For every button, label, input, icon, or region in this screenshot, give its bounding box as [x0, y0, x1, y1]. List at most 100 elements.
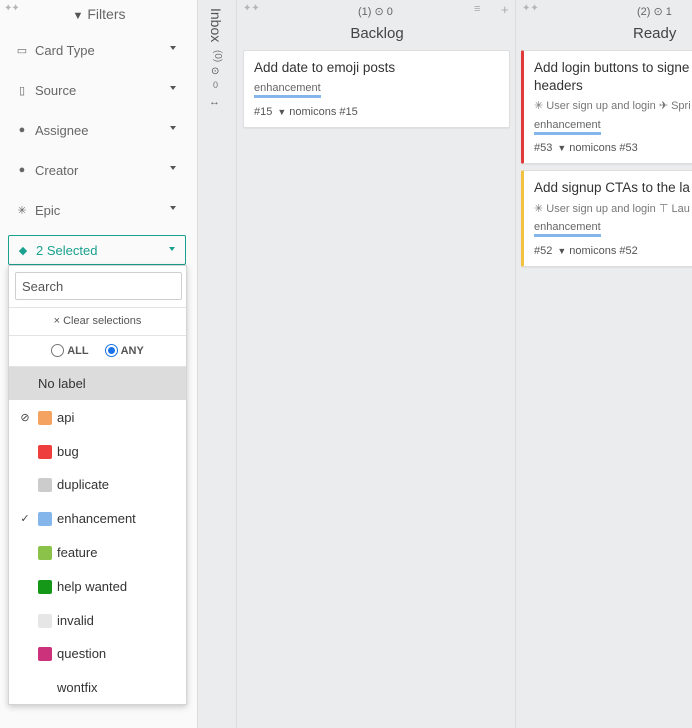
label-option-enhancement[interactable]: ✓ enhancement	[9, 502, 186, 535]
card-repo[interactable]: nomicons #52	[569, 245, 638, 257]
card-epic: ✳ User sign up and login ✈ Spri	[534, 99, 691, 112]
filters-sidebar: ✦✦ ▼ Filters ▭ Card Type ▯ Source ● Assig…	[0, 0, 198, 728]
label-search-input[interactable]	[15, 272, 182, 300]
label-option-api[interactable]: ⊘ api	[9, 401, 186, 434]
chevron-down-icon	[170, 166, 176, 170]
card-title: Add login buttons to signe headers	[534, 59, 689, 95]
card-epic-name[interactable]: User sign up and login	[546, 203, 655, 215]
label-option-question[interactable]: question	[9, 637, 186, 670]
chevron-down-icon	[169, 247, 175, 251]
column-points: 1	[665, 6, 672, 18]
chevron-down-icon	[170, 126, 176, 130]
radio-any-circle[interactable]	[104, 344, 118, 357]
divider	[9, 307, 186, 308]
inbox-column-collapsed[interactable]: Inbox (0) ⊙ 0 ↔	[198, 0, 237, 728]
column-ready: ✦✦ (2) ⊙ 1 Ready Add login buttons to si…	[517, 0, 692, 728]
person-add-icon: ●	[18, 164, 26, 176]
filter-card-type[interactable]: ▭ Card Type	[8, 37, 186, 63]
label-option-no-label[interactable]: No label	[9, 367, 186, 400]
repo-icon: ▼	[277, 107, 287, 117]
card-label[interactable]: enhancement	[254, 82, 321, 98]
filters-heading: ▼ Filters	[0, 6, 198, 22]
filter-assignee-label: Assignee	[35, 122, 89, 138]
card-repo[interactable]: nomicons #15	[289, 106, 358, 118]
label-color-swatch	[38, 579, 52, 594]
label-option-bug[interactable]: bug	[9, 435, 186, 468]
label-option-text: invalid	[57, 613, 94, 628]
label-option-text: No label	[38, 376, 86, 391]
card-footer: #53 ▼ nomicons #53	[534, 142, 638, 154]
label-color-swatch	[38, 613, 52, 628]
filter-source[interactable]: ▯ Source	[8, 77, 186, 103]
label-color-swatch	[38, 646, 52, 661]
label-option-text: help wanted	[57, 579, 128, 594]
label-option-text: feature	[57, 545, 98, 560]
radio-any-label: ANY	[120, 344, 144, 357]
card-epic: ✳ User sign up and login ⊤ Lau	[534, 202, 690, 215]
label-option-feature[interactable]: feature	[9, 536, 186, 569]
filter-labels[interactable]: ◆ 2 Selected	[8, 235, 186, 265]
expand-column-icon[interactable]: ↔	[209, 96, 220, 108]
column-meta: (1) ⊙ 0	[358, 5, 393, 18]
filter-card-type-label: Card Type	[35, 42, 95, 58]
filter-epic[interactable]: ✳ Epic	[8, 197, 186, 223]
filter-creator[interactable]: ● Creator	[8, 157, 186, 183]
card-number: #53	[534, 142, 553, 154]
close-icon: ×	[53, 315, 64, 327]
source-icon: ▯	[18, 84, 26, 97]
repo-icon: ▼	[557, 143, 567, 153]
inbox-count: (0)	[212, 50, 223, 63]
label-option-help-wanted[interactable]: help wanted	[9, 570, 186, 603]
issue-card[interactable]: Add date to emoji posts enhancement #15 ▼…	[243, 50, 510, 128]
card-sprint[interactable]: Spri	[671, 100, 691, 112]
card-label[interactable]: enhancement	[534, 119, 601, 135]
card-epic-name[interactable]: User sign up and login	[546, 100, 655, 112]
card-label[interactable]: enhancement	[534, 221, 601, 237]
filter-creator-label: Creator	[35, 162, 79, 178]
filter-assignee[interactable]: ● Assignee	[8, 117, 186, 143]
card-milestone[interactable]: Lau	[671, 203, 689, 215]
label-color-swatch	[38, 444, 52, 459]
filter-epic-label: Epic	[35, 202, 61, 218]
column-card-count: (2)	[637, 6, 651, 18]
filters-title-text: Filters	[87, 6, 126, 22]
collapse-column-icon[interactable]: ✦✦	[243, 3, 260, 14]
radio-any[interactable]: ANY	[104, 344, 144, 357]
tag-icon: ◆	[18, 244, 28, 257]
label-option-invalid[interactable]: invalid	[9, 604, 186, 637]
label-color-swatch	[38, 511, 52, 526]
launch-icon: ⊤	[658, 203, 672, 215]
card-repo[interactable]: nomicons #53	[569, 142, 638, 154]
label-option-text: bug	[57, 444, 79, 459]
sort-icon[interactable]: ≡	[474, 3, 480, 15]
label-color-swatch	[38, 545, 52, 560]
label-color-swatch	[38, 477, 52, 492]
issue-card[interactable]: Add login buttons to signe headers ✳ Use…	[521, 50, 692, 164]
label-option-text: duplicate	[57, 477, 110, 492]
column-points: 0	[386, 6, 393, 18]
divider	[9, 335, 186, 336]
card-number: #52	[534, 245, 553, 257]
chevron-down-icon	[170, 206, 176, 210]
radio-all-circle[interactable]	[51, 344, 65, 357]
label-option-wontfix[interactable]: wontfix	[9, 671, 186, 704]
label-option-duplicate[interactable]: duplicate	[9, 468, 186, 501]
add-card-icon[interactable]: +	[501, 2, 509, 17]
epic-icon: ✳	[17, 204, 27, 217]
column-backlog: ✦✦ (1) ⊙ 0 ≡ + Backlog Add date to emoji…	[238, 0, 516, 728]
epic-icon: ✳	[534, 203, 547, 215]
label-option-text: question	[57, 646, 107, 661]
radio-all[interactable]: ALL	[51, 344, 89, 357]
filter-source-label: Source	[35, 82, 77, 98]
label-option-text: wontfix	[57, 680, 98, 695]
collapse-column-icon[interactable]: ✦✦	[522, 3, 539, 14]
clear-selections-button[interactable]: × Clear selections	[9, 315, 186, 327]
issue-card[interactable]: Add signup CTAs to the la ✳ User sign up…	[521, 170, 692, 267]
card-footer: #15 ▼ nomicons #15	[254, 106, 358, 118]
label-option-text: enhancement	[57, 511, 136, 526]
filter-funnel-icon: ▼	[72, 10, 84, 22]
chevron-down-icon	[170, 46, 176, 50]
card-title: Add signup CTAs to the la	[534, 180, 690, 195]
card-footer: #52 ▼ nomicons #52	[534, 245, 638, 257]
column-meta: (2) ⊙ 1	[637, 5, 672, 18]
